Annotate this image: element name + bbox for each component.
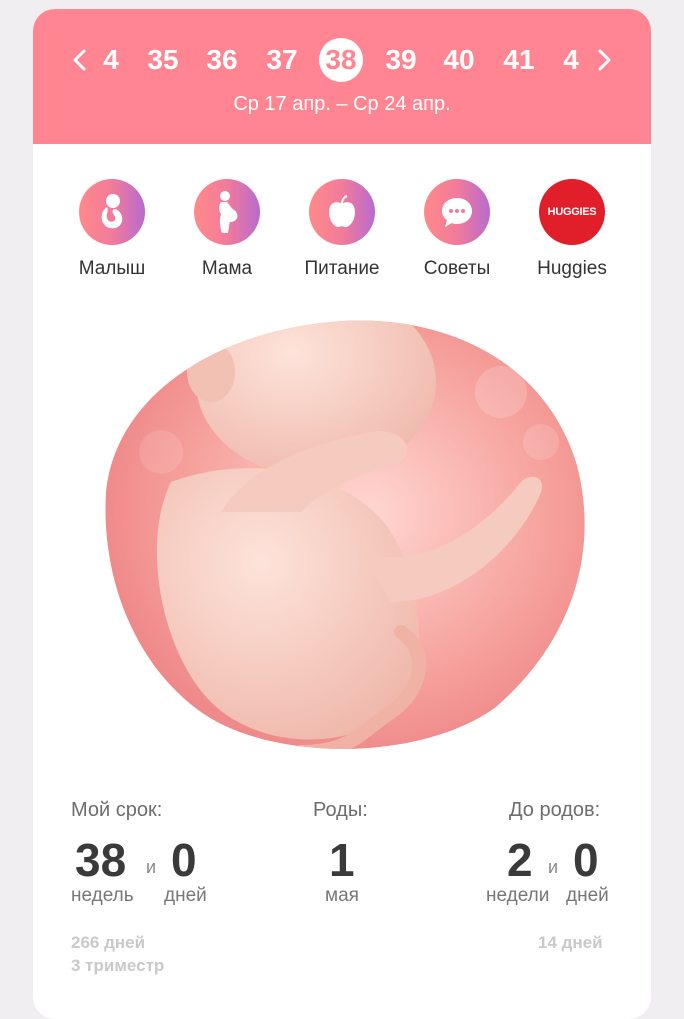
chevron-right-icon[interactable] bbox=[591, 48, 615, 72]
remaining-weeks-value: 2 bbox=[507, 834, 533, 886]
term-and: и bbox=[146, 857, 157, 877]
birth-month: мая bbox=[325, 885, 359, 906]
category-row: Малыш Мама Питание Советы HUGGIES Huggie… bbox=[33, 179, 651, 289]
week-date-range: Ср 17 апр. – Ср 24 апр. bbox=[233, 93, 451, 115]
week-item[interactable]: 41 bbox=[495, 39, 543, 81]
term-days-value: 0 bbox=[171, 834, 197, 886]
birth-day-value: 1 bbox=[329, 834, 355, 886]
week-item[interactable]: 36 bbox=[198, 39, 246, 81]
remaining-label: До родов: bbox=[509, 799, 601, 821]
term-days-unit: дней bbox=[164, 885, 207, 906]
remaining-and: и bbox=[548, 857, 559, 877]
remaining-weeks-unit: недели bbox=[486, 885, 550, 906]
category-nutrition[interactable]: Питание bbox=[287, 179, 397, 280]
remaining-total-days: 14 дней bbox=[538, 933, 603, 952]
week-item[interactable]: 40 bbox=[435, 39, 483, 81]
pregnancy-card: 4 35 36 37 38 39 40 41 4 Ср 17 апр. – Ср… bbox=[33, 9, 651, 1019]
term-label: Мой срок: bbox=[71, 799, 163, 821]
category-label: Советы bbox=[423, 258, 491, 279]
remaining-days-unit: дней bbox=[566, 885, 609, 906]
term-weeks-value: 38 bbox=[75, 834, 127, 886]
category-baby[interactable]: Малыш bbox=[57, 179, 167, 280]
stats-panel: Мой срок: 38 и 0 недель дней 266 дней 3 … bbox=[33, 799, 651, 1019]
huggies-logo: HUGGIES bbox=[539, 179, 605, 245]
term-weeks-unit: недель bbox=[71, 885, 134, 906]
term-trimester: 3 триместр bbox=[71, 956, 165, 975]
category-tips[interactable]: Советы bbox=[402, 179, 512, 280]
baby-icon bbox=[79, 179, 145, 245]
category-label: Мама bbox=[201, 258, 253, 279]
week-header: 4 35 36 37 38 39 40 41 4 Ср 17 апр. – Ср… bbox=[33, 9, 651, 144]
week-item-selected[interactable]: 38 bbox=[319, 38, 363, 82]
category-label: Питание bbox=[304, 258, 380, 279]
week-item[interactable]: 39 bbox=[377, 39, 425, 81]
chat-bubble-icon bbox=[424, 179, 490, 245]
term-total-days: 266 дней bbox=[71, 933, 146, 952]
birth-label: Роды: bbox=[313, 799, 368, 821]
week-item[interactable]: 4 bbox=[547, 39, 595, 81]
week-item[interactable]: 37 bbox=[258, 39, 306, 81]
week-selector: 4 35 36 37 38 39 40 41 4 bbox=[33, 38, 651, 82]
apple-icon bbox=[309, 179, 375, 245]
week-item[interactable]: 4 bbox=[87, 39, 135, 81]
week-item[interactable]: 35 bbox=[139, 39, 187, 81]
fetus-illustration bbox=[105, 320, 585, 749]
category-huggies[interactable]: HUGGIES Huggies bbox=[517, 179, 627, 280]
remaining-days-value: 0 bbox=[573, 834, 599, 886]
pregnant-woman-icon bbox=[194, 179, 260, 245]
category-label: Малыш bbox=[78, 258, 146, 279]
category-label: Huggies bbox=[537, 258, 607, 279]
category-mom[interactable]: Мама bbox=[172, 179, 282, 280]
